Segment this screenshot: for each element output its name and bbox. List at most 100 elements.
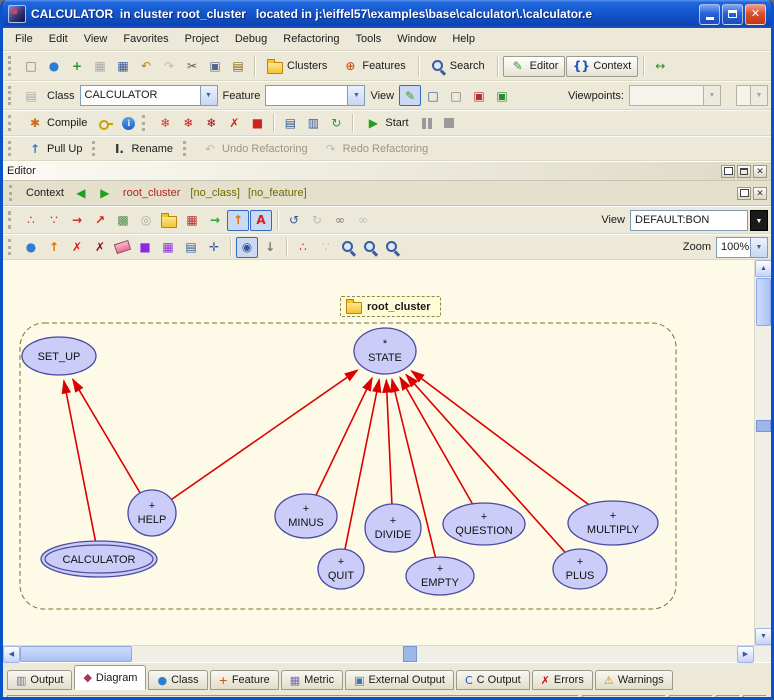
refresh-button[interactable]: ↻	[325, 113, 347, 134]
class-node-set_up[interactable]: SET_UP	[22, 337, 96, 375]
menu-item-view[interactable]: View	[76, 30, 116, 48]
horizontal-splitter-handle[interactable]	[403, 646, 417, 662]
menu-item-window[interactable]: Window	[389, 30, 444, 48]
toolbar-grip[interactable]	[183, 141, 190, 156]
class-node-help[interactable]: +HELP	[128, 490, 176, 536]
editor-button[interactable]: ✎Editor	[503, 56, 566, 77]
tab-warnings[interactable]: ⚠Warnings	[595, 670, 673, 690]
redo-button[interactable]: ↷	[158, 56, 180, 77]
close-button[interactable]	[745, 4, 766, 25]
zoom-combo-arrow-icon[interactable]	[750, 238, 767, 257]
toolbar-grip[interactable]	[8, 56, 15, 76]
start-button[interactable]: ▶Start	[358, 113, 415, 134]
rename-button[interactable]: I.Rename	[104, 138, 180, 159]
menu-item-refactoring[interactable]: Refactoring	[275, 30, 347, 48]
paste-button[interactable]: ▤	[227, 56, 249, 77]
class-node-state[interactable]: *STATE	[354, 328, 416, 374]
class-node-empty[interactable]: +EMPTY	[406, 557, 474, 595]
view-flat-button[interactable]: □	[422, 85, 444, 106]
menu-item-favorites[interactable]: Favorites	[115, 30, 176, 48]
menu-item-file[interactable]: File	[7, 30, 41, 48]
freeze-button[interactable]: ❄	[154, 113, 176, 134]
arrow-minus-to-state[interactable]	[316, 378, 372, 495]
class-node-multiply[interactable]: +MULTIPLY	[568, 501, 658, 545]
remove-item-button[interactable]: ✗	[66, 237, 88, 258]
pane-float-button[interactable]	[721, 165, 735, 178]
export-web-button[interactable]: ◎	[135, 210, 157, 231]
pause-button[interactable]	[417, 113, 438, 134]
class-node-quit[interactable]: +QUIT	[318, 549, 364, 589]
undo-refactoring-button[interactable]: ↶Undo Refactoring	[195, 138, 315, 159]
remove-all-button[interactable]: ✗	[89, 237, 111, 258]
zoom-out-button[interactable]	[382, 237, 403, 258]
c-compilation-button[interactable]: ■	[246, 113, 268, 134]
class-node-divide[interactable]: +DIVIDE	[365, 504, 421, 552]
toolbar-grip[interactable]	[8, 211, 15, 229]
context-back-button[interactable]: ◀	[70, 183, 92, 204]
class-combo-arrow-icon[interactable]	[200, 86, 217, 105]
tab-feature[interactable]: +Feature	[210, 670, 279, 690]
external-editor-button[interactable]: ↔	[649, 56, 671, 77]
toolbar-grip[interactable]	[8, 86, 15, 105]
project-info-button[interactable]	[118, 113, 139, 134]
menu-item-help[interactable]: Help	[444, 30, 483, 48]
hide-links-button[interactable]: ∞	[352, 210, 374, 231]
arrow-help-to-state[interactable]	[171, 370, 357, 499]
cancel-compile-button[interactable]: ✗	[223, 113, 245, 134]
tab-output[interactable]: ▥Output	[7, 670, 72, 690]
tab-external-output[interactable]: ▣External Output	[345, 670, 454, 690]
extra-viewpoints-combo[interactable]	[736, 85, 768, 106]
minimize-button[interactable]	[699, 4, 720, 25]
vertical-scrollbar[interactable]	[754, 260, 771, 645]
class-node-minus[interactable]: +MINUS	[275, 494, 337, 538]
new-cluster-tool-button[interactable]: ∵	[43, 210, 65, 231]
toolbar-grip[interactable]	[8, 115, 15, 131]
search-button[interactable]: Search	[424, 56, 492, 77]
layout-button[interactable]: ▤	[180, 237, 202, 258]
view-editor-button[interactable]: ✎	[399, 85, 421, 106]
context-forward-button[interactable]: ▶	[94, 183, 116, 204]
zoom-combo[interactable]: 100%	[716, 237, 768, 258]
tab-c-output[interactable]: CC Output	[456, 670, 530, 690]
pull-up-button[interactable]: ↑Pull Up	[20, 138, 89, 159]
class-combo[interactable]: CALCULATOR	[80, 85, 218, 106]
include-class-button[interactable]: ●	[20, 237, 42, 258]
arrow-question-to-state[interactable]	[400, 377, 472, 503]
stop-button[interactable]	[439, 113, 460, 134]
toolbar-grip[interactable]	[8, 239, 15, 255]
include-feature-button[interactable]: ↑	[43, 237, 65, 258]
view-interface-button[interactable]: ▣	[491, 85, 513, 106]
arrow-multiply-to-state[interactable]	[412, 371, 589, 505]
toolbar-grip[interactable]	[92, 141, 99, 156]
inheritance-link-tool-button[interactable]: ↗	[89, 210, 111, 231]
vertical-scroll-thumb[interactable]	[756, 278, 771, 326]
show-relations-button[interactable]: ∴	[292, 237, 314, 258]
tab-class[interactable]: ●Class	[148, 670, 207, 690]
view-contract-button[interactable]: ▣	[468, 85, 490, 106]
menu-item-project[interactable]: Project	[177, 30, 227, 48]
scroll-up-button[interactable]	[755, 260, 772, 277]
pane-close-button[interactable]	[753, 165, 767, 178]
horizontal-scrollbar[interactable]	[3, 645, 771, 662]
finalize-button[interactable]: ❄	[200, 113, 222, 134]
zoom-in-button[interactable]	[338, 237, 359, 258]
tab-metric[interactable]: ▦Metric	[281, 670, 343, 690]
add-button[interactable]: +	[66, 56, 88, 77]
redo-refactoring-button[interactable]: ↷Redo Refactoring	[316, 138, 436, 159]
zoom-fit-button[interactable]	[360, 237, 381, 258]
go-to-target-button[interactable]: →	[204, 210, 226, 231]
cluster-view-button[interactable]	[158, 210, 180, 231]
sort-button[interactable]: ↓	[259, 237, 281, 258]
pane-maximize-button[interactable]	[737, 165, 751, 178]
maximize-button[interactable]	[722, 4, 743, 25]
tab-diagram[interactable]: ◆Diagram	[74, 665, 146, 690]
viewpoints-combo-arrow-icon[interactable]	[703, 86, 720, 105]
compile-button[interactable]: ✱Compile	[20, 113, 94, 134]
context-cluster-text[interactable]: root_cluster	[118, 187, 185, 199]
erase-button[interactable]	[112, 237, 133, 258]
context-button[interactable]: {}Context	[566, 56, 638, 77]
export-doc-button[interactable]: ▥	[302, 113, 324, 134]
cosmetics-button[interactable]: ◉	[236, 237, 258, 258]
toolbar-grip[interactable]	[8, 141, 15, 156]
hide-relations-button[interactable]: ∵	[315, 237, 337, 258]
